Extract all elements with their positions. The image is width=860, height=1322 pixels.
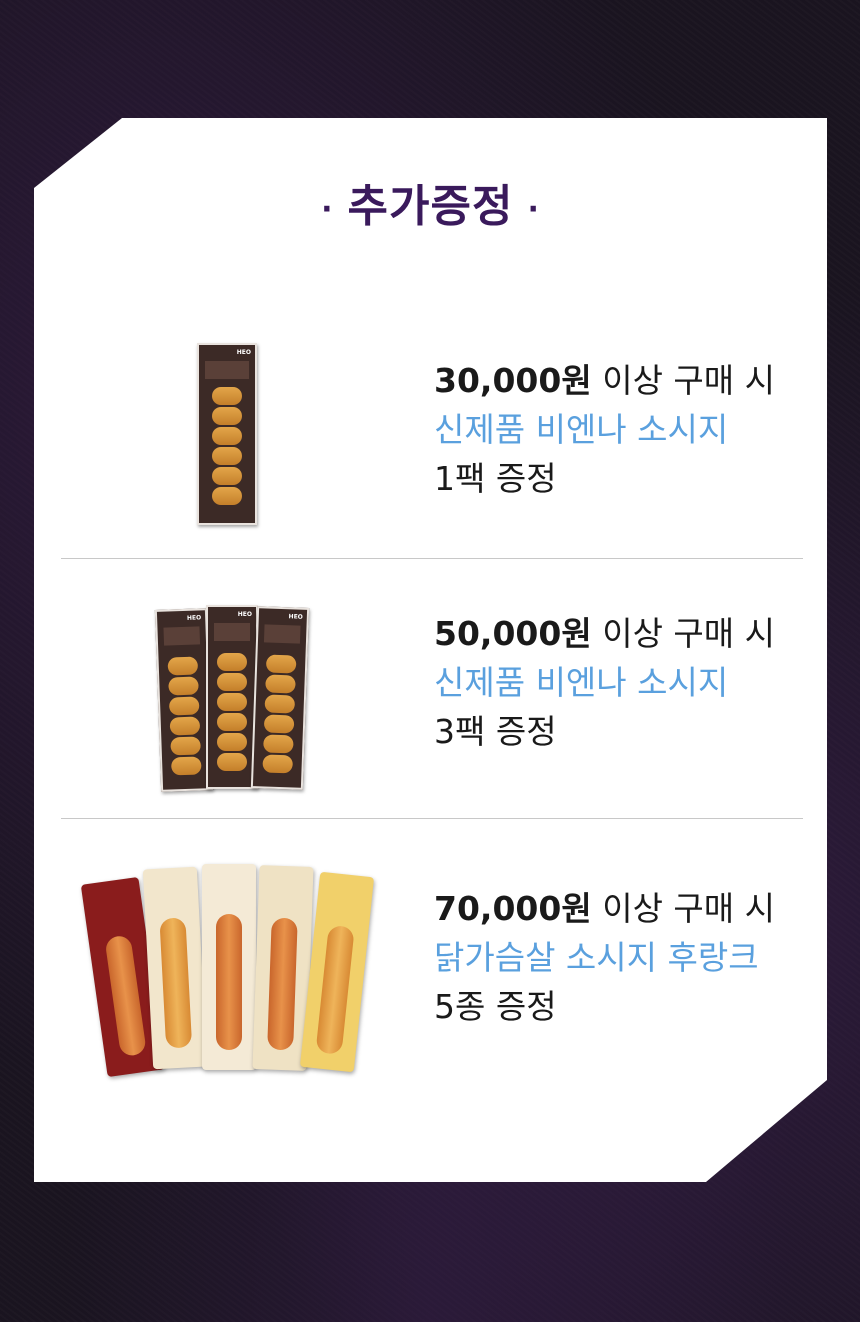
frank-sausage-5-pack-image [80,862,375,1084]
title-text: 추가증정 [347,181,514,232]
gift-product: 신제품 비엔나 소시지 [434,663,729,702]
gift-price: 70,000원 [434,889,592,928]
gift-product: 닭가슴살 소시지 후랑크 [434,938,759,977]
gift-price: 50,000원 [434,614,592,653]
vienna-sausage-3-pack-image: HEO HEO HEO [154,603,314,795]
title-dot-left: · [321,191,334,227]
gift-price: 30,000원 [434,361,592,400]
section-title: · 추가증정 · [34,170,827,234]
gift-quantity: 3팩 증정 [434,712,557,751]
divider-1 [61,558,803,559]
vienna-sausage-1-pack-image: HEO [197,343,257,525]
gift-product: 신제품 비엔나 소시지 [434,410,729,449]
gift-card: · 추가증정 · HEO 30,000원 이상 구매 시 신제품 비엔나 소시지 1… [34,118,827,1182]
gift-text-1: 30,000원 이상 구매 시 신제품 비엔나 소시지 1팩 증정 [434,356,775,503]
title-dot-right: · [527,191,540,227]
gift-condition: 이상 구매 시 [591,614,775,653]
gift-text-2: 50,000원 이상 구매 시 신제품 비엔나 소시지 3팩 증정 [434,609,775,756]
gift-condition: 이상 구매 시 [591,889,775,928]
gift-condition: 이상 구매 시 [591,361,775,400]
divider-2 [61,818,803,819]
gift-quantity: 5종 증정 [434,987,557,1026]
gift-text-3: 70,000원 이상 구매 시 닭가슴살 소시지 후랑크 5종 증정 [434,884,775,1031]
gift-quantity: 1팩 증정 [434,459,557,498]
